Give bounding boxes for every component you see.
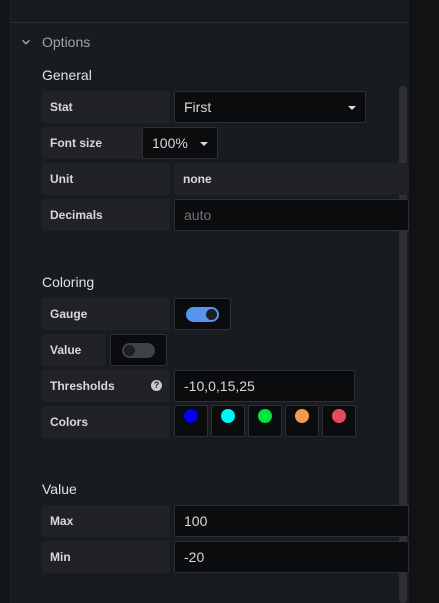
unit-value: none	[183, 172, 212, 186]
color-swatch-2[interactable]	[211, 405, 245, 437]
min-label: Min	[42, 541, 170, 573]
min-value: -20	[184, 549, 205, 565]
stat-label: Stat	[42, 91, 170, 123]
font-size-value: 100%	[152, 135, 188, 151]
color-dot	[258, 409, 272, 423]
divider	[10, 22, 408, 23]
section-title-coloring: Coloring	[42, 274, 95, 290]
gauge-toggle[interactable]	[174, 298, 231, 330]
value-toggle[interactable]	[110, 334, 167, 366]
options-collapse-toggle[interactable]: Options	[21, 33, 90, 51]
min-input[interactable]: -20	[174, 541, 409, 573]
color-dot	[295, 409, 309, 423]
value-toggle-knob	[124, 345, 135, 356]
options-title: Options	[42, 34, 91, 50]
decimals-placeholder: auto	[184, 207, 212, 223]
unit-picker[interactable]: none	[174, 163, 409, 195]
thresholds-label: Thresholds ?	[42, 370, 170, 402]
color-swatch-3[interactable]	[248, 405, 282, 437]
stat-select[interactable]: First	[174, 91, 366, 123]
value-toggle-track	[122, 343, 155, 358]
section-title-value: Value	[42, 481, 77, 497]
gauge-toggle-track	[186, 307, 219, 322]
chevron-down-icon	[21, 39, 31, 45]
color-swatch-1[interactable]	[174, 405, 208, 437]
decimals-label: Decimals	[42, 199, 170, 231]
thresholds-input[interactable]: -10,0,15,25	[174, 370, 355, 402]
decimals-input[interactable]: auto	[174, 199, 409, 231]
help-icon[interactable]: ?	[151, 380, 162, 391]
caret-down-icon	[348, 106, 356, 110]
value-toggle-label: Value	[42, 334, 106, 366]
unit-label: Unit	[42, 163, 170, 195]
color-swatch-5[interactable]	[322, 405, 356, 437]
thresholds-label-text: Thresholds	[50, 379, 115, 393]
section-title-general: General	[42, 67, 92, 83]
font-size-select[interactable]: 100%	[142, 127, 218, 159]
right-background	[409, 0, 439, 603]
color-dot	[221, 409, 235, 423]
color-swatch-4[interactable]	[285, 405, 319, 437]
max-value: 100	[184, 513, 208, 529]
gauge-label: Gauge	[42, 298, 170, 330]
thresholds-value: -10,0,15,25	[184, 378, 255, 394]
gauge-toggle-knob	[206, 309, 217, 320]
stat-value: First	[184, 99, 212, 115]
color-dot	[332, 409, 346, 423]
colors-label: Colors	[42, 406, 170, 438]
color-dot	[184, 409, 198, 423]
caret-down-icon	[200, 142, 208, 146]
font-size-label: Font size	[42, 127, 153, 159]
max-input[interactable]: 100	[174, 505, 409, 537]
max-label: Max	[42, 505, 170, 537]
